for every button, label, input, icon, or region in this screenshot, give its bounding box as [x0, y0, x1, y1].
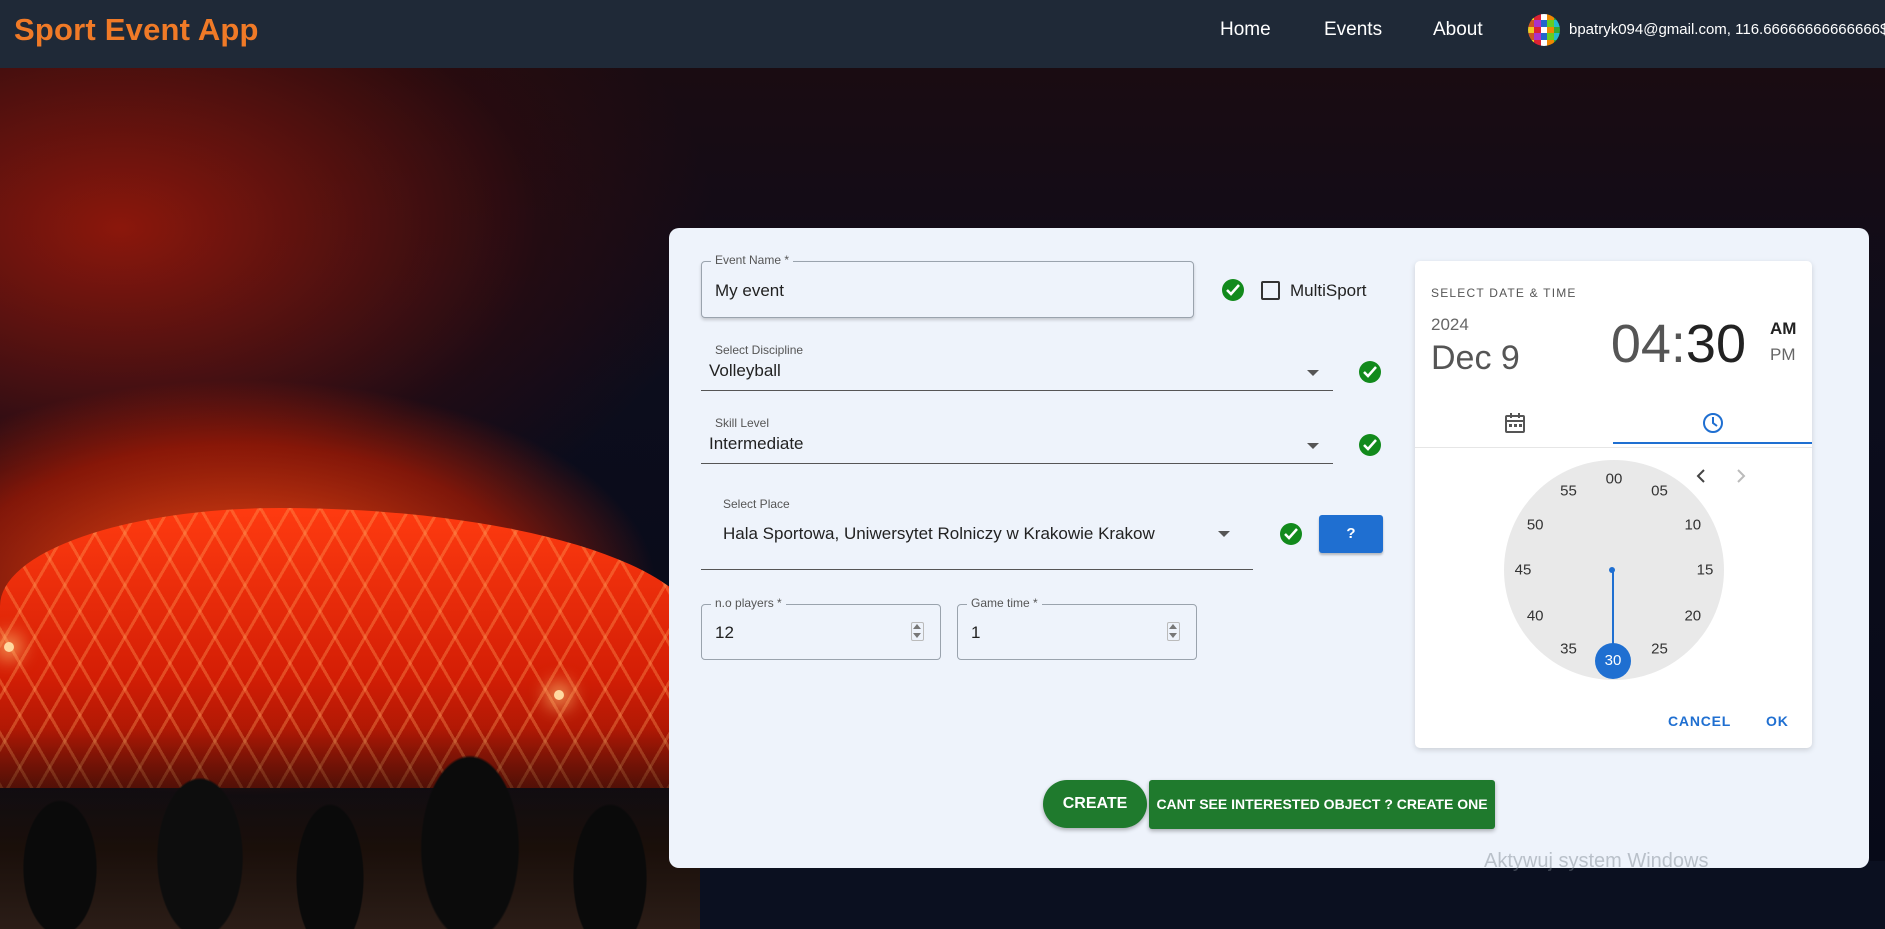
discipline-valid-icon — [1359, 361, 1381, 383]
clock-number-55[interactable]: 55 — [1560, 483, 1577, 500]
skill-level-underline — [701, 463, 1333, 464]
picker-year[interactable]: 2024 — [1431, 315, 1469, 335]
picker-date[interactable]: Dec 9 — [1431, 339, 1520, 378]
pm-toggle[interactable]: PM — [1770, 345, 1796, 365]
discipline-underline — [701, 390, 1333, 391]
picker-cancel-button[interactable]: CANCEL — [1668, 713, 1731, 729]
clock-center — [1609, 567, 1615, 573]
am-toggle[interactable]: AM — [1770, 319, 1796, 339]
tab-time[interactable] — [1613, 401, 1812, 447]
create-object-button[interactable]: CANT SEE INTERESTED OBJECT ? CREATE ONE — [1149, 780, 1495, 829]
place-underline — [701, 569, 1253, 570]
windows-activation-watermark: Aktywuj system Windows — [1484, 850, 1709, 872]
clock-number-25[interactable]: 25 — [1651, 640, 1668, 657]
place-select[interactable]: Hala Sportowa, Uniwersytet Rolniczy w Kr… — [723, 524, 1155, 544]
chevron-right-icon[interactable] — [1734, 468, 1748, 484]
selected-minute[interactable]: 30 — [1595, 643, 1631, 679]
picker-tabs — [1415, 401, 1812, 448]
clock-icon — [1703, 413, 1723, 433]
event-name-input[interactable]: My event — [715, 281, 784, 301]
picker-ok-button[interactable]: OK — [1766, 713, 1789, 729]
clock-number-10[interactable]: 10 — [1684, 516, 1701, 533]
players-input[interactable]: 12 — [715, 623, 734, 643]
players-label: n.o players * — [711, 596, 786, 610]
top-navbar: Sport Event App Home Events About bpatry… — [0, 0, 1885, 68]
street-lamp-light — [554, 690, 564, 700]
nav-about-link[interactable]: About — [1433, 19, 1483, 41]
chevron-down-icon[interactable] — [1307, 370, 1319, 376]
players-field[interactable] — [701, 604, 941, 660]
time-separator: : — [1670, 314, 1686, 374]
multisport-label: MultiSport — [1290, 281, 1367, 300]
discipline-label: Select Discipline — [715, 343, 804, 357]
picker-hours[interactable]: 04 — [1611, 314, 1671, 374]
tab-indicator — [1613, 442, 1812, 444]
game-time-stepper[interactable] — [1167, 622, 1180, 641]
event-name-label: Event Name * — [711, 253, 794, 267]
skill-level-valid-icon — [1359, 434, 1381, 456]
app-brand[interactable]: Sport Event App — [14, 12, 259, 48]
clock-number-40[interactable]: 40 — [1527, 607, 1544, 624]
clock-number-05[interactable]: 05 — [1651, 483, 1668, 500]
skill-level-label: Skill Level — [715, 416, 770, 430]
game-time-field[interactable] — [957, 604, 1197, 660]
create-button[interactable]: CREATE — [1043, 780, 1147, 828]
user-avatar[interactable] — [1528, 14, 1560, 46]
chevron-down-icon[interactable] — [1307, 443, 1319, 449]
clock-number-50[interactable]: 50 — [1527, 516, 1544, 533]
calendar-icon — [1505, 413, 1525, 433]
game-time-label: Game time * — [967, 596, 1042, 610]
place-valid-icon — [1280, 523, 1302, 545]
picker-minutes[interactable]: 30 — [1686, 314, 1746, 374]
datetime-picker: SELECT DATE & TIME 2024 Dec 9 04:30 AM P… — [1415, 261, 1812, 748]
place-help-button[interactable]: ? — [1319, 515, 1383, 553]
place-label: Select Place — [723, 497, 790, 511]
players-stepper[interactable] — [911, 622, 924, 641]
chevron-left-icon[interactable] — [1694, 468, 1708, 484]
multisport-checkbox[interactable] — [1261, 281, 1280, 300]
clock-number-35[interactable]: 35 — [1560, 640, 1577, 657]
tab-date[interactable] — [1415, 401, 1613, 447]
skill-level-select[interactable]: Intermediate — [709, 434, 804, 454]
clock-face[interactable]: 30 00 05 10 15 20 25 35 40 45 50 55 — [1504, 460, 1724, 680]
nav-events-link[interactable]: Events — [1324, 19, 1382, 41]
event-name-valid-icon — [1222, 279, 1244, 301]
discipline-select[interactable]: Volleyball — [709, 361, 781, 381]
nav-home-link[interactable]: Home — [1220, 19, 1271, 41]
street-lamp-light — [4, 642, 14, 652]
clock-number-20[interactable]: 20 — [1684, 607, 1701, 624]
user-info[interactable]: bpatryk094@gmail.com, 116.66666666666666… — [1569, 21, 1885, 38]
picker-time-display: 04:30 — [1611, 313, 1746, 375]
clock-number-45[interactable]: 45 — [1515, 562, 1532, 579]
picker-title: SELECT DATE & TIME — [1431, 286, 1577, 300]
trees-silhouette — [0, 728, 700, 929]
clock-number-15[interactable]: 15 — [1697, 562, 1714, 579]
clock-number-00[interactable]: 00 — [1606, 471, 1623, 488]
game-time-input[interactable]: 1 — [971, 623, 980, 643]
chevron-down-icon[interactable] — [1218, 531, 1230, 537]
